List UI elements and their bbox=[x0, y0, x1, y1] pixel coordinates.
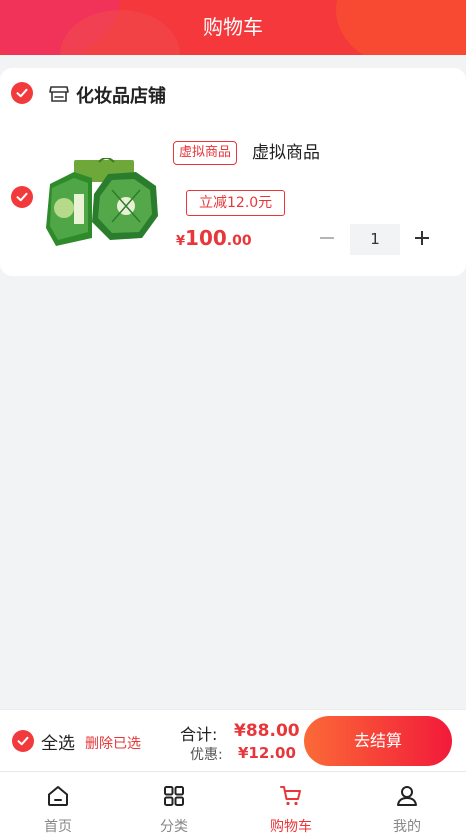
discount-badge: 立减12.0元 bbox=[186, 190, 286, 216]
virtual-item-tag: 虚拟商品 bbox=[173, 141, 238, 165]
home-icon bbox=[48, 786, 68, 806]
category-grid-icon bbox=[164, 786, 184, 806]
increase-quantity-button[interactable] bbox=[413, 229, 431, 247]
total-value: ¥88.00 bbox=[234, 721, 300, 741]
price-currency: ¥ bbox=[176, 234, 186, 249]
tab-category[interactable]: 分类 bbox=[116, 772, 232, 836]
price-integer: 100 bbox=[185, 226, 227, 250]
delete-selected-button[interactable]: 删除已选 bbox=[85, 733, 141, 753]
page-title: 购物车 bbox=[203, 15, 263, 39]
checkout-bar: 全选 删除已选 合计: ¥88.00 优惠: ¥12.00 去结算 bbox=[0, 709, 466, 771]
tab-label: 我的 bbox=[393, 819, 421, 835]
price-decimal: .00 bbox=[226, 233, 252, 249]
shop-icon bbox=[49, 86, 69, 102]
product-price: ¥100.00 bbox=[176, 226, 252, 250]
cart-icon bbox=[280, 786, 301, 806]
quantity-input[interactable]: 1 bbox=[350, 224, 400, 255]
tab-cart[interactable]: 购物车 bbox=[233, 772, 349, 836]
discount-label: 优惠: bbox=[190, 747, 223, 763]
check-icon bbox=[16, 88, 28, 98]
shop-name[interactable]: 化妆品店铺 bbox=[76, 82, 166, 108]
check-icon bbox=[17, 736, 29, 746]
tab-label: 分类 bbox=[160, 819, 188, 835]
discount-value: ¥12.00 bbox=[238, 744, 296, 762]
shop-checkbox[interactable] bbox=[11, 82, 33, 104]
select-all-checkbox[interactable] bbox=[12, 730, 34, 752]
header-bar: 购物车 bbox=[0, 0, 466, 55]
tab-label: 首页 bbox=[44, 819, 72, 835]
bottom-tab-bar: 首页 分类 购物车 我的 bbox=[0, 771, 466, 836]
minus-icon bbox=[320, 237, 334, 239]
product-image[interactable] bbox=[44, 158, 160, 248]
select-all-label[interactable]: 全选 bbox=[41, 729, 75, 754]
product-name[interactable]: 虚拟商品 bbox=[252, 141, 320, 165]
checkout-button[interactable]: 去结算 bbox=[304, 716, 452, 766]
tab-label: 购物车 bbox=[270, 819, 312, 835]
shop-cart-card: 化妆品店铺 虚拟商品 虚拟商品 立减12.0元 ¥100.00 1 bbox=[0, 68, 466, 276]
tab-home[interactable]: 首页 bbox=[0, 772, 116, 836]
tab-profile[interactable]: 我的 bbox=[349, 772, 465, 836]
check-icon bbox=[16, 192, 28, 202]
total-label: 合计: bbox=[180, 725, 218, 744]
decrease-quantity-button[interactable] bbox=[318, 229, 336, 247]
item-checkbox[interactable] bbox=[11, 186, 33, 208]
user-icon bbox=[397, 786, 417, 806]
